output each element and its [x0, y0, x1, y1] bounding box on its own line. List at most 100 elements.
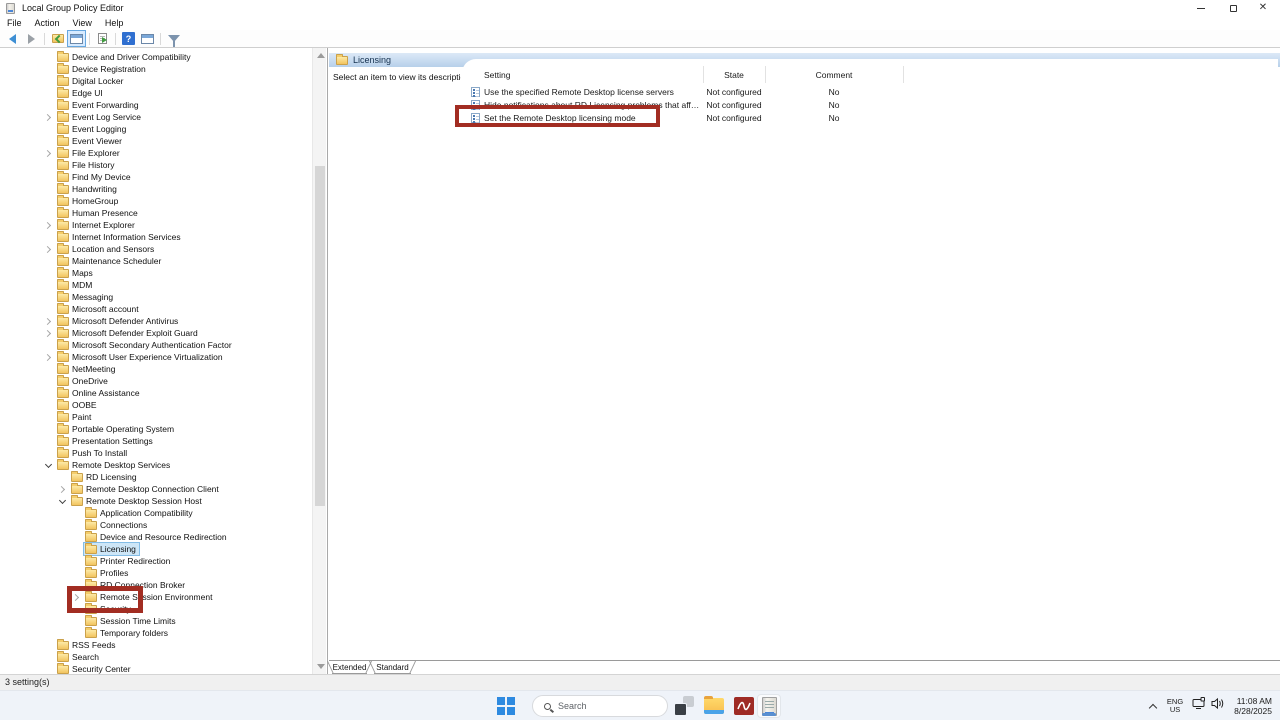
tree-item-device-and-resource-redirection[interactable]: Device and Resource Redirection [0, 531, 312, 543]
start-button[interactable] [497, 697, 515, 715]
chevron-right-icon[interactable] [56, 487, 69, 492]
policy-setting-icon [471, 113, 480, 123]
folder-icon [57, 161, 69, 170]
folder-icon [85, 593, 97, 602]
content-header-title: Licensing [353, 55, 391, 65]
export-list-icon[interactable] [94, 31, 111, 46]
setting-state: Not configured [703, 87, 765, 97]
tree-scrollbar[interactable] [312, 48, 326, 674]
tree-item-online-assistance[interactable]: Online Assistance [0, 387, 312, 399]
column-header-comment[interactable]: Comment [765, 70, 903, 80]
setting-comment: No [765, 100, 903, 110]
status-bar: 3 setting(s) [0, 674, 1280, 690]
chevron-down-icon[interactable] [56, 498, 69, 505]
tree-item-rss-feeds[interactable]: RSS Feeds [0, 639, 312, 651]
column-header-setting[interactable]: Setting [484, 70, 510, 80]
network-icon[interactable] [1192, 697, 1206, 715]
tab-standard[interactable]: Standard [372, 661, 413, 674]
menu-help[interactable]: Help [105, 18, 131, 28]
folder-up-icon[interactable] [49, 31, 66, 46]
tree-item-find-my-device[interactable]: Find My Device [0, 171, 312, 183]
tree-item-microsoft-user-experience-virtualization[interactable]: Microsoft User Experience Virtualization [0, 351, 312, 363]
start-icon [507, 707, 515, 715]
taskbar: Search ENG US 11:08 AM 8/28/2025 [0, 690, 1280, 720]
setting-row-use-the-specified-remote-desktop-license-servers[interactable]: Use the specified Remote Desktop license… [462, 85, 1278, 98]
setting-name: Hide notifications about RD Licensing pr… [484, 100, 701, 110]
tree-item-digital-locker[interactable]: Digital Locker [0, 75, 312, 87]
panel-divider[interactable] [327, 48, 328, 674]
tree-item-netmeeting[interactable]: NetMeeting [0, 363, 312, 375]
taskbar-clock[interactable]: 11:08 AM 8/28/2025 [1234, 696, 1272, 716]
chevron-down-icon[interactable] [42, 462, 55, 469]
tree-item-search[interactable]: Search [0, 651, 312, 663]
close-button[interactable]: ✕ [1248, 0, 1278, 16]
tree-item-file-explorer[interactable]: File Explorer [0, 147, 312, 159]
language-indicator[interactable]: ENG US [1167, 698, 1183, 714]
tab-extended[interactable]: Extended [330, 661, 369, 674]
chevron-right-icon[interactable] [42, 247, 55, 252]
chevron-right-icon[interactable] [70, 595, 83, 600]
policy-setting-icon [471, 87, 480, 97]
help-icon[interactable]: ? [120, 31, 137, 46]
scrollbar-thumb[interactable] [315, 166, 325, 506]
tree-item-event-forwarding[interactable]: Event Forwarding [0, 99, 312, 111]
console-tree-icon[interactable] [68, 31, 85, 46]
chevron-right-icon[interactable] [42, 331, 55, 336]
tree-item-edge-ui[interactable]: Edge UI [0, 87, 312, 99]
tree-item-event-log-service[interactable]: Event Log Service [0, 111, 312, 123]
scroll-up-icon[interactable] [317, 53, 325, 58]
taskbar-app-performance-app[interactable] [732, 694, 756, 718]
menu-action[interactable]: Action [35, 18, 67, 28]
column-header-state[interactable]: State [703, 70, 765, 80]
tree-item-maps[interactable]: Maps [0, 267, 312, 279]
tree-item-mdm[interactable]: MDM [0, 279, 312, 291]
tree-item-device-registration[interactable]: Device Registration [0, 63, 312, 75]
tree-item-event-logging[interactable]: Event Logging [0, 123, 312, 135]
chevron-right-icon[interactable] [42, 151, 55, 156]
taskbar-app-group-policy-editor[interactable] [757, 694, 781, 718]
tree-item-temporary-folders[interactable]: Temporary folders [0, 627, 312, 639]
tree-item-remote-session-environment[interactable]: Remote Session Environment [0, 591, 312, 603]
tree-item-device-and-driver-compatibility[interactable]: Device and Driver Compatibility [0, 51, 312, 63]
tree-item-event-viewer[interactable]: Event Viewer [0, 135, 312, 147]
minimize-button[interactable] [1186, 0, 1216, 16]
chevron-right-icon[interactable] [42, 115, 55, 120]
tree-item-maintenance-scheduler[interactable]: Maintenance Scheduler [0, 255, 312, 267]
scroll-down-icon[interactable] [317, 664, 325, 669]
taskbar-app-task-view[interactable] [672, 694, 696, 718]
tree-item-presentation-settings[interactable]: Presentation Settings [0, 435, 312, 447]
tree-item-label: Connections [100, 520, 147, 530]
back-icon[interactable] [4, 31, 21, 46]
tree-item-label: Human Presence [72, 208, 138, 218]
tree-item-security-center[interactable]: Security Center [0, 663, 312, 674]
window-icon[interactable] [139, 31, 156, 46]
chevron-right-icon[interactable] [42, 355, 55, 360]
folder-icon [71, 473, 83, 482]
tree-item-handwriting[interactable]: Handwriting [0, 183, 312, 195]
chevron-right-icon[interactable] [42, 223, 55, 228]
tree-item-printer-redirection[interactable]: Printer Redirection [0, 555, 312, 567]
tree-item-file-history[interactable]: File History [0, 159, 312, 171]
menu-view[interactable]: View [73, 18, 99, 28]
hidden-icons-chevron[interactable] [1148, 701, 1158, 711]
taskbar-app-file-explorer[interactable] [702, 694, 726, 718]
tree-item-label: Device and Resource Redirection [100, 532, 227, 542]
tree-item-remote-desktop-services[interactable]: Remote Desktop Services [0, 459, 312, 471]
setting-row-hide-notifications-about-rd-licensing-problems-that-affect-t[interactable]: Hide notifications about RD Licensing pr… [462, 98, 1278, 111]
folder-icon [57, 437, 69, 446]
forward-icon[interactable] [23, 31, 40, 46]
tree-item-label: File Explorer [72, 148, 120, 158]
tree-item-application-compatibility[interactable]: Application Compatibility [0, 507, 312, 519]
volume-icon[interactable] [1211, 697, 1225, 715]
tree-item-onedrive[interactable]: OneDrive [0, 375, 312, 387]
tree-item-homegroup[interactable]: HomeGroup [0, 195, 312, 207]
tree-item-human-presence[interactable]: Human Presence [0, 207, 312, 219]
chevron-right-icon[interactable] [42, 319, 55, 324]
maximize-button[interactable] [1218, 0, 1248, 16]
taskbar-search[interactable]: Search [532, 695, 668, 717]
filter-icon[interactable] [165, 31, 182, 46]
tree-item-messaging[interactable]: Messaging [0, 291, 312, 303]
setting-row-set-the-remote-desktop-licensing-mode[interactable]: Set the Remote Desktop licensing modeNot… [462, 111, 1278, 124]
menu-file[interactable]: File [7, 18, 29, 28]
tree-item-oobe[interactable]: OOBE [0, 399, 312, 411]
